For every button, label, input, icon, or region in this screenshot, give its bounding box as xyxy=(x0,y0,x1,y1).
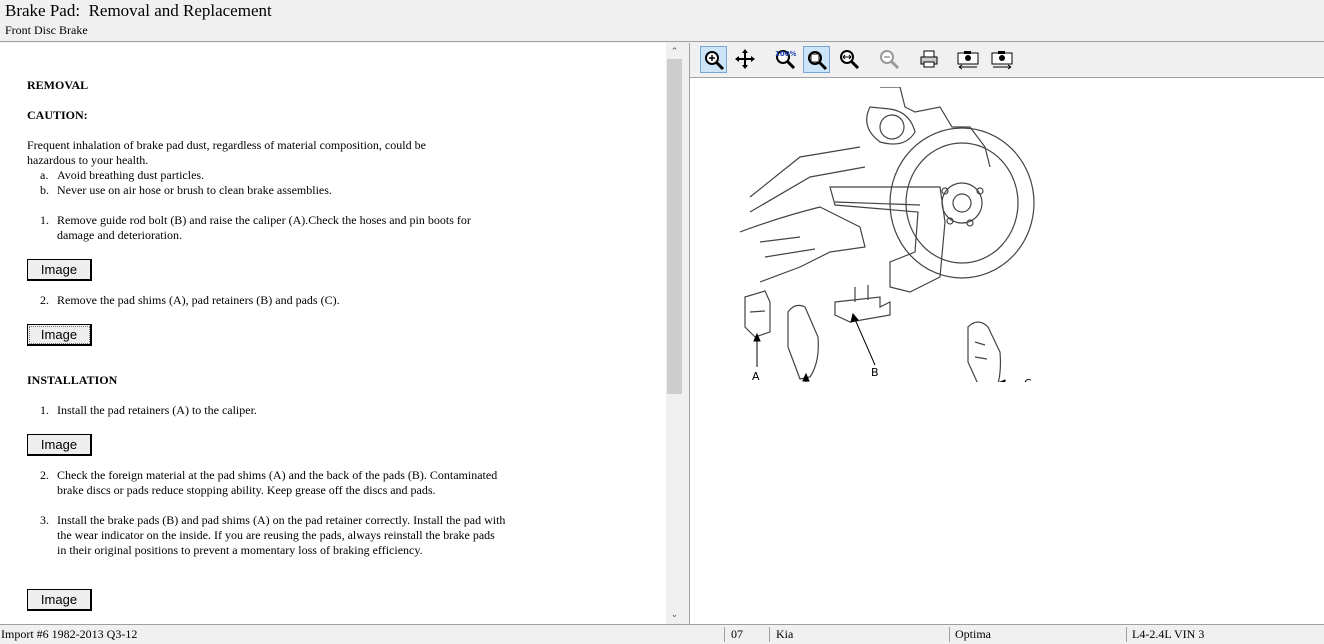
print-icon[interactable] xyxy=(916,46,943,73)
caution-heading: CAUTION: xyxy=(27,108,88,122)
caution-text: Frequent inhalation of brake pad dust, r… xyxy=(27,138,426,167)
image-button-removal-2[interactable]: Image xyxy=(27,324,92,346)
image-button-installation-1[interactable]: Image xyxy=(27,434,92,456)
image-button-removal-1[interactable]: Image xyxy=(27,259,92,281)
procedure-text-pane[interactable]: REMOVAL CAUTION: Frequent inhalation of … xyxy=(0,43,666,624)
header-divider xyxy=(0,41,1324,42)
brake-pad-diagram: A B C C xyxy=(740,87,1035,382)
zoom-out-icon[interactable] xyxy=(876,46,903,73)
callout-c-right: C xyxy=(1024,377,1032,382)
document-header: Brake Pad: Removal and Replacement Front… xyxy=(0,0,1324,42)
page-title: Brake Pad: Removal and Replacement xyxy=(5,1,272,20)
status-model: Optima xyxy=(955,627,991,641)
image-viewer-pane: 100% A B xyxy=(690,43,1324,624)
zoom-fit-icon[interactable] xyxy=(803,46,830,73)
image-button-installation-2[interactable]: Image xyxy=(27,589,92,611)
image-toolbar: 100% xyxy=(690,43,1324,78)
callout-b: B xyxy=(871,366,879,379)
installation-heading: INSTALLATION xyxy=(27,373,118,387)
status-bar: Import #6 1982-2013 Q3-12 07 Kia Optima … xyxy=(0,624,1324,644)
zoom-width-icon[interactable] xyxy=(836,46,863,73)
zoom-in-icon[interactable] xyxy=(700,46,727,73)
text-pane-scrollbar[interactable]: ⌃ ⌄ xyxy=(666,43,683,624)
pane-splitter[interactable] xyxy=(683,43,690,624)
status-code: 07 xyxy=(731,627,743,641)
camera-next-icon[interactable] xyxy=(988,46,1015,73)
removal-heading: REMOVAL xyxy=(27,78,89,92)
actual-size-label: 100% xyxy=(775,50,796,58)
status-engine: L4-2.4L VIN 3 xyxy=(1132,627,1205,641)
camera-prev-icon[interactable] xyxy=(954,46,981,73)
status-make: Kia xyxy=(776,627,794,641)
callout-a: A xyxy=(752,370,760,382)
pan-icon[interactable] xyxy=(732,46,759,73)
scroll-thumb[interactable] xyxy=(667,59,682,394)
scroll-down-icon[interactable]: ⌄ xyxy=(666,608,683,622)
page-subtitle: Front Disc Brake xyxy=(5,23,88,37)
status-source: Import #6 1982-2013 Q3-12 xyxy=(1,627,138,641)
actual-size-icon[interactable]: 100% xyxy=(772,46,799,73)
scroll-up-icon[interactable]: ⌃ xyxy=(666,45,683,59)
